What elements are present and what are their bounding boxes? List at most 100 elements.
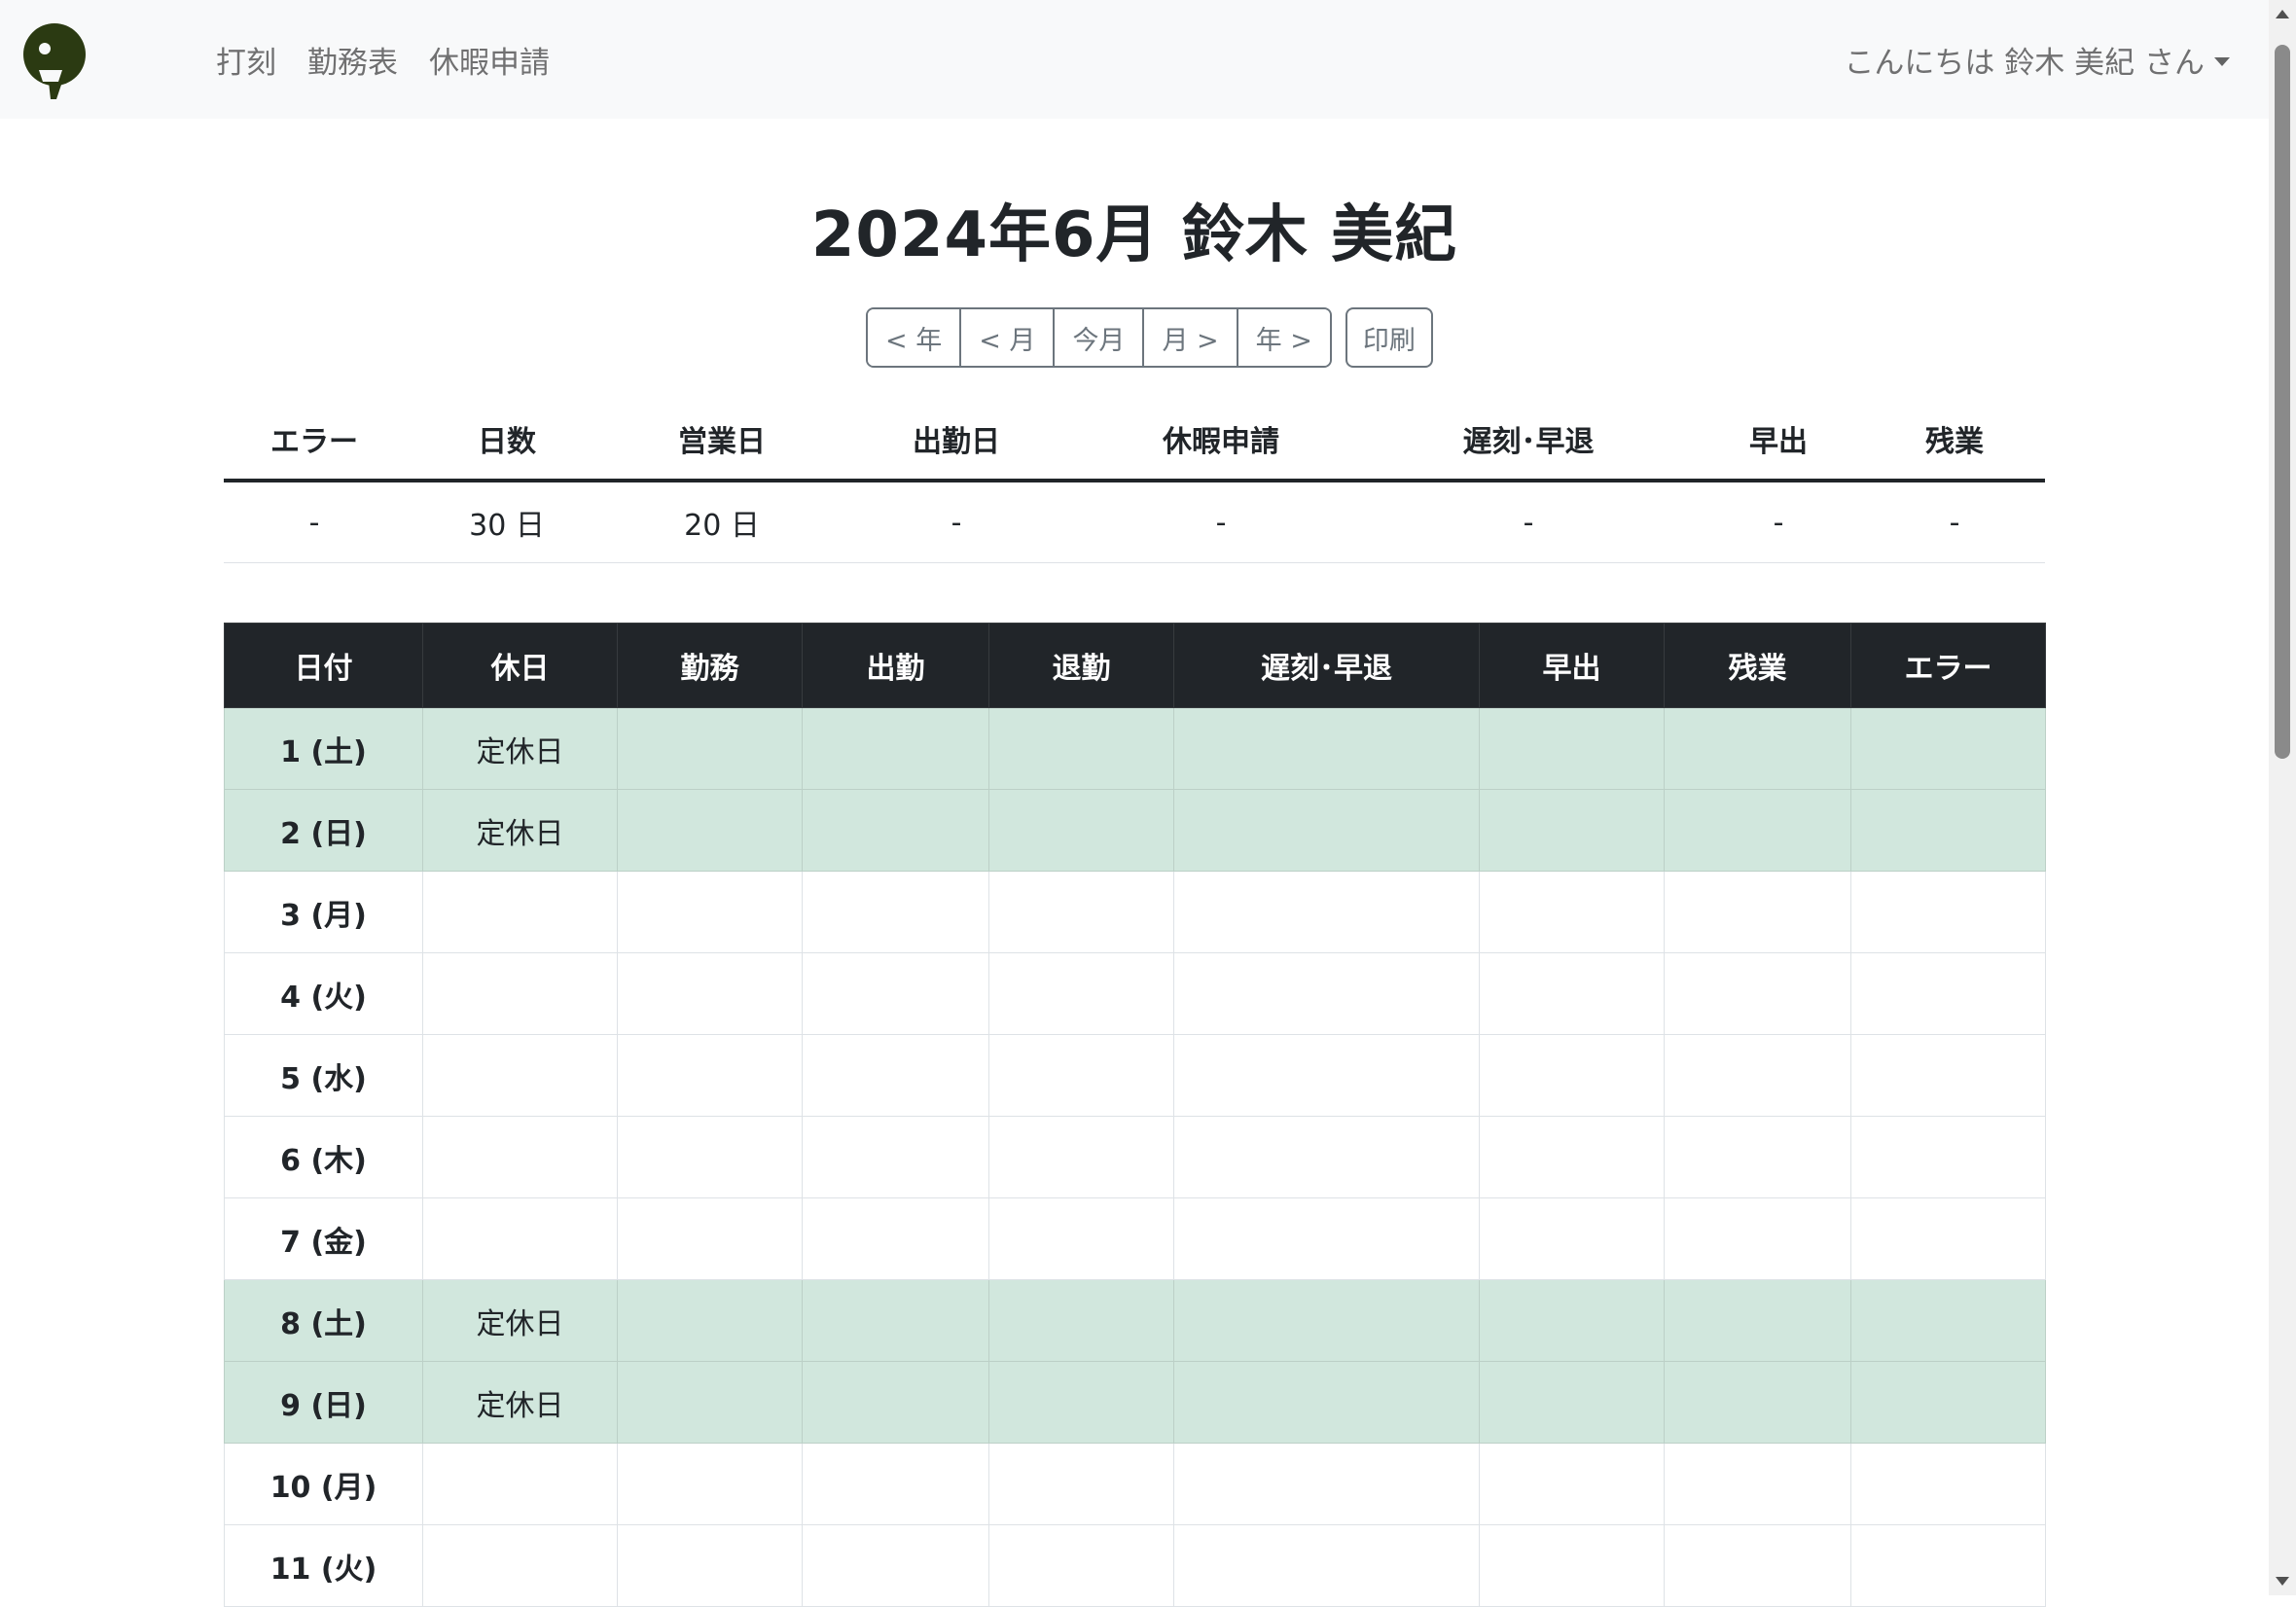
header-clock-in: 出勤 (802, 623, 989, 708)
early-start-cell (1479, 1361, 1665, 1444)
month-navigation: < 年 < 月 今月 月 > 年 > 印刷 (866, 307, 1433, 368)
summary-work-days-value: - (835, 481, 1078, 563)
attendance-table: 日付 休日 勤務 出勤 退勤 遅刻･早退 早出 残業 エラー 1 (土) 定休日… (224, 623, 2046, 1607)
overtime-cell (1664, 1116, 1851, 1198)
table-row[interactable]: 4 (火) (224, 952, 2046, 1035)
table-row[interactable]: 6 (木) (224, 1116, 2046, 1198)
clock-out-cell (988, 1524, 1174, 1607)
this-month-button[interactable]: 今月 (1055, 309, 1145, 366)
error-cell (1850, 1197, 2046, 1280)
holiday-cell (422, 871, 618, 953)
date-cell: 11 (火) (224, 1524, 423, 1607)
user-greeting: こんにちは 鈴木 美紀 さん (1844, 45, 2205, 81)
clock-out-cell (988, 1443, 1174, 1525)
late-early-cell (1173, 1279, 1480, 1362)
early-start-cell (1479, 871, 1665, 953)
holiday-cell (422, 1443, 618, 1525)
period-button-group: < 年 < 月 今月 月 > 年 > (866, 307, 1332, 368)
summary-header-early-start: 早出 (1693, 399, 1864, 482)
scrollbar-thumb[interactable] (2275, 45, 2290, 759)
late-early-cell (1173, 871, 1480, 953)
error-cell (1850, 952, 2046, 1035)
nav-timesheet[interactable]: 勤務表 (307, 38, 398, 82)
late-early-cell (1173, 952, 1480, 1035)
error-cell (1850, 1443, 2046, 1525)
summary-header-error: エラー (224, 399, 405, 482)
early-start-cell (1479, 1443, 1665, 1525)
clock-in-cell (802, 1034, 989, 1117)
error-cell (1850, 1034, 2046, 1117)
scrollbar[interactable] (2269, 0, 2296, 1595)
overtime-cell (1664, 1443, 1851, 1525)
work-cell (617, 1034, 803, 1117)
date-cell: 9 (日) (224, 1361, 423, 1444)
date-cell: 5 (水) (224, 1034, 423, 1117)
clock-out-cell (988, 789, 1174, 872)
header-early-start: 早出 (1479, 623, 1665, 708)
clock-out-cell (988, 1197, 1174, 1280)
header-holiday: 休日 (422, 623, 618, 708)
clock-out-cell (988, 1116, 1174, 1198)
nav-leave-request[interactable]: 休暇申請 (429, 38, 550, 82)
header-overtime: 残業 (1664, 623, 1851, 708)
table-row[interactable]: 2 (日) 定休日 (224, 789, 2046, 872)
work-cell (617, 871, 803, 953)
error-cell (1850, 1116, 2046, 1198)
table-row[interactable]: 3 (月) (224, 871, 2046, 953)
late-early-cell (1173, 1116, 1480, 1198)
table-row[interactable]: 8 (土) 定休日 (224, 1279, 2046, 1362)
header-date: 日付 (224, 623, 423, 708)
print-button[interactable]: 印刷 (1345, 307, 1433, 368)
error-cell (1850, 871, 2046, 953)
table-row[interactable]: 7 (金) (224, 1197, 2046, 1280)
nav-punch[interactable]: 打刻 (216, 38, 276, 82)
late-early-cell (1173, 789, 1480, 872)
scroll-up-arrow-icon[interactable] (2276, 10, 2289, 18)
work-cell (617, 1524, 803, 1607)
table-row[interactable]: 11 (火) (224, 1524, 2046, 1607)
summary-overtime-value: - (1864, 481, 2045, 563)
table-row[interactable]: 9 (日) 定休日 (224, 1361, 2046, 1444)
clock-in-cell (802, 789, 989, 872)
work-cell (617, 1116, 803, 1198)
summary-header-work-days: 出勤日 (835, 399, 1078, 482)
date-cell: 7 (金) (224, 1197, 423, 1280)
summary-late-early-value: - (1364, 481, 1693, 563)
dinosaur-logo-icon (23, 23, 86, 99)
summary-business-days-value: 20 日 (609, 481, 835, 563)
summary-table: エラー 日数 営業日 出勤日 休暇申請 遅刻･早退 早出 残業 - 30 日 2… (224, 399, 2045, 563)
table-row[interactable]: 10 (月) (224, 1443, 2046, 1525)
error-cell (1850, 789, 2046, 872)
overtime-cell (1664, 1524, 1851, 1607)
prev-year-button[interactable]: < 年 (868, 309, 962, 366)
work-cell (617, 707, 803, 790)
date-cell: 2 (日) (224, 789, 423, 872)
error-cell (1850, 1279, 2046, 1362)
work-cell (617, 1361, 803, 1444)
user-dropdown[interactable]: こんにちは 鈴木 美紀 さん (1844, 0, 2230, 119)
early-start-cell (1479, 789, 1665, 872)
table-row[interactable]: 5 (水) (224, 1034, 2046, 1117)
next-year-button[interactable]: 年 > (1238, 309, 1330, 366)
overtime-cell (1664, 789, 1851, 872)
summary-value-row: - 30 日 20 日 - - - - - (224, 481, 2045, 563)
late-early-cell (1173, 1443, 1480, 1525)
late-early-cell (1173, 1197, 1480, 1280)
date-cell: 10 (月) (224, 1443, 423, 1525)
table-row[interactable]: 1 (土) 定休日 (224, 707, 2046, 790)
summary-leave-value: - (1078, 481, 1364, 563)
clock-in-cell (802, 1361, 989, 1444)
clock-in-cell (802, 1116, 989, 1198)
clock-out-cell (988, 952, 1174, 1035)
summary-header-days: 日数 (405, 399, 609, 482)
scroll-down-arrow-icon[interactable] (2276, 1577, 2289, 1586)
clock-in-cell (802, 1443, 989, 1525)
clock-in-cell (802, 952, 989, 1035)
work-cell (617, 1197, 803, 1280)
prev-month-button[interactable]: < 月 (961, 309, 1056, 366)
holiday-cell: 定休日 (422, 1361, 618, 1444)
brand-logo[interactable] (19, 21, 175, 99)
early-start-cell (1479, 1034, 1665, 1117)
next-month-button[interactable]: 月 > (1144, 309, 1238, 366)
holiday-cell: 定休日 (422, 1279, 618, 1362)
